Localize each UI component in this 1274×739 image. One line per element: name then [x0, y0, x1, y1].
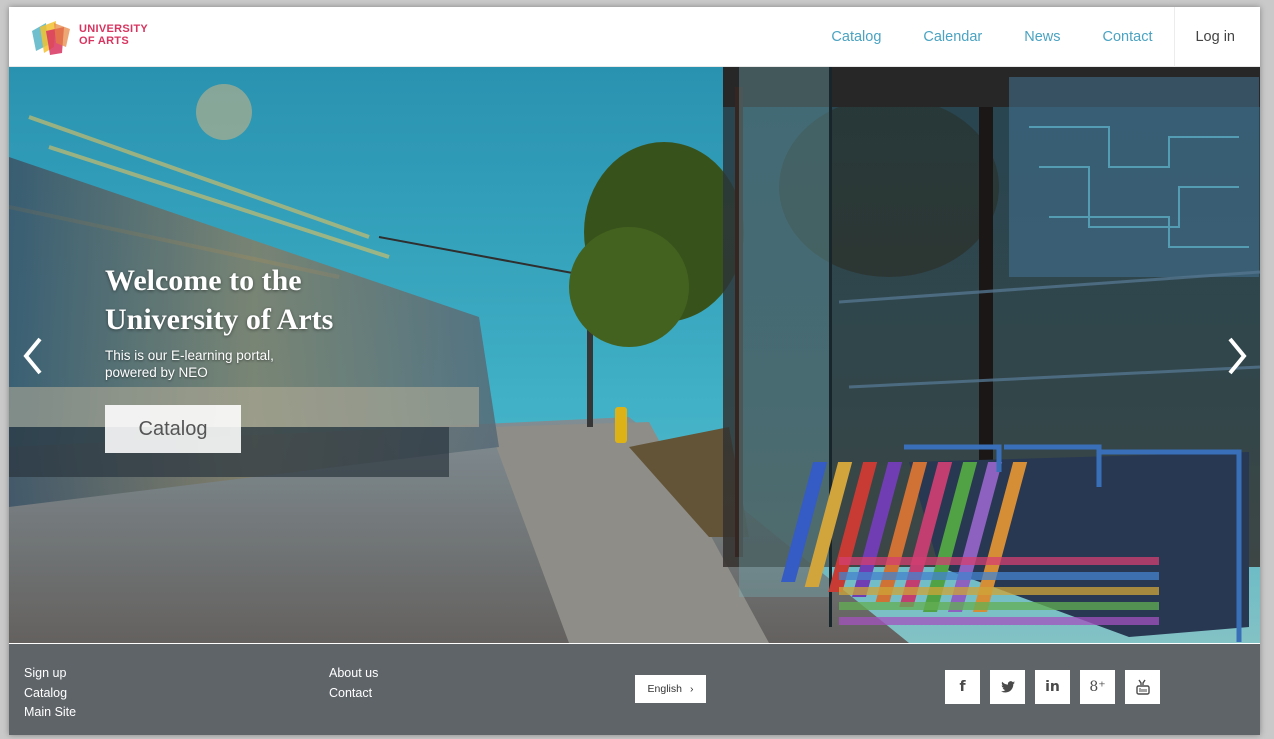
twitter-icon[interactable] [990, 670, 1025, 704]
site-logo[interactable]: UNIVERSITY OF ARTS [30, 17, 170, 57]
google-plus-icon[interactable]: 8⁺ [1080, 670, 1115, 704]
youtube-glyph [1135, 679, 1150, 695]
nav-contact[interactable]: Contact [1082, 7, 1174, 67]
chevron-left-icon[interactable] [18, 333, 48, 379]
footer-links-secondary: About us Contact [329, 664, 378, 703]
nav-calendar[interactable]: Calendar [902, 7, 1003, 67]
footer-link-contact[interactable]: Contact [329, 684, 378, 704]
footer-link-main-site[interactable]: Main Site [24, 703, 76, 723]
twitter-bird-glyph [1000, 681, 1015, 693]
nav-catalog[interactable]: Catalog [810, 7, 902, 67]
hero-subtitle: This is our E-learning portal, powered b… [105, 348, 274, 380]
hero-slider: Welcome to the University of Arts This i… [9, 67, 1260, 643]
main-nav: Catalog Calendar News Contact Log in [810, 7, 1260, 67]
hero-catalog-button[interactable]: Catalog [105, 405, 241, 453]
chevron-right-icon[interactable] [1222, 333, 1252, 379]
login-link[interactable]: Log in [1174, 7, 1260, 67]
browser-page: UNIVERSITY OF ARTS Catalog Calendar News… [9, 7, 1260, 735]
hero-caption: Welcome to the University of Arts This i… [105, 261, 405, 381]
site-header: UNIVERSITY OF ARTS Catalog Calendar News… [9, 7, 1260, 67]
footer-link-signup[interactable]: Sign up [24, 664, 76, 684]
youtube-icon[interactable] [1125, 670, 1160, 704]
language-selector[interactable]: English › [635, 675, 706, 703]
linkedin-icon[interactable]: in [1035, 670, 1070, 704]
nav-news[interactable]: News [1003, 7, 1081, 67]
language-label: English [647, 683, 682, 695]
footer-link-catalog[interactable]: Catalog [24, 684, 76, 704]
footer-link-about[interactable]: About us [329, 664, 378, 684]
logo-line-1: UNIVERSITY [79, 23, 149, 35]
facebook-icon[interactable]: f [945, 670, 980, 704]
logo-wordmark: UNIVERSITY OF ARTS [79, 23, 148, 47]
site-footer: Sign up Catalog Main Site About us Conta… [9, 644, 1260, 735]
logo-mark-icon [32, 21, 70, 55]
hero-title: Welcome to the University of Arts [105, 264, 334, 336]
social-links: f in 8⁺ [945, 670, 1160, 704]
footer-links-primary: Sign up Catalog Main Site [24, 664, 76, 723]
logo-line-2: OF ARTS [79, 35, 129, 47]
chevron-right-small-icon: › [689, 683, 694, 695]
